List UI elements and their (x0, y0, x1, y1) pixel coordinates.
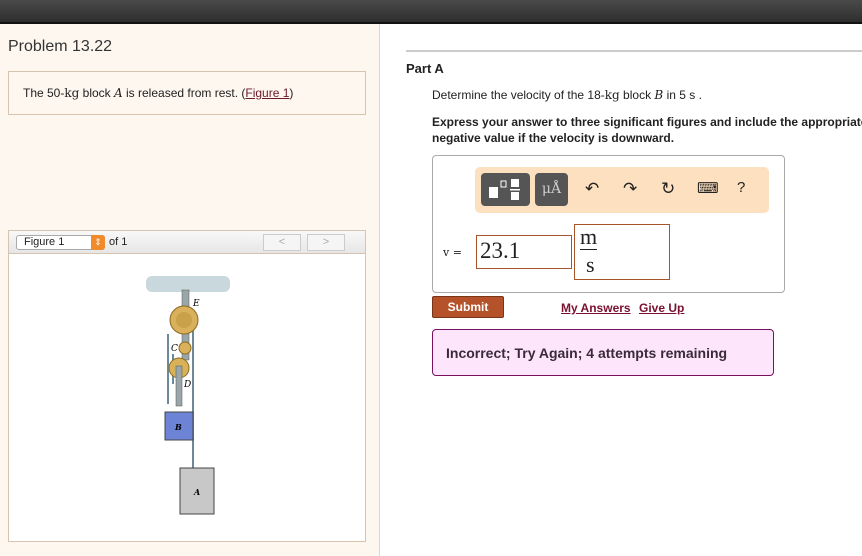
divider (406, 50, 862, 52)
unit-numerator: m (580, 224, 598, 250)
figure-select-value: Figure 1 (24, 236, 65, 248)
figure-panel: Figure 1 ⇕ of 1 < > E C D B A (8, 230, 366, 542)
problem-title: Problem 13.22 (8, 38, 113, 55)
help-icon[interactable]: ? (737, 179, 745, 196)
updown-icon: ⇕ (91, 235, 105, 250)
submit-button[interactable]: Submit (432, 296, 504, 318)
templates-button[interactable] (481, 173, 530, 206)
figure-select[interactable]: Figure 1 ⇕ (16, 235, 105, 250)
text: in 5 s . (663, 88, 702, 102)
label-d: D (183, 380, 191, 390)
unit: kg (604, 88, 620, 102)
problem-statement: The 50-kg block A is released from rest.… (8, 71, 366, 115)
pulley-diagram: E C D B A (146, 276, 230, 515)
keyboard-icon[interactable]: ⌨ (697, 179, 719, 197)
units-input[interactable]: m s (574, 224, 670, 280)
problem-panel: Problem 13.22 The 50-kg block A is relea… (0, 24, 380, 556)
part-panel: Part A Determine the velocity of the 18-… (381, 24, 862, 556)
question: Determine the velocity of the 18-kg bloc… (432, 88, 702, 102)
label-c: C (171, 344, 178, 354)
math-toolbar: μÅ ↶ ↷ ↻ ⌨ ? (475, 167, 769, 213)
instruction-line: negative value if the velocity is downwa… (432, 131, 675, 145)
unit: kg (64, 86, 80, 100)
variable: B (654, 88, 664, 102)
figure-header: Figure 1 ⇕ of 1 < > (9, 231, 365, 254)
fraction-template-icon (489, 179, 520, 200)
top-bar (0, 0, 862, 24)
prev-figure-button[interactable]: < (263, 234, 301, 251)
pulley-c (178, 341, 192, 355)
next-figure-button[interactable]: > (307, 234, 345, 251)
units-button[interactable]: μÅ (535, 173, 568, 206)
text: Determine the velocity of the 18- (432, 88, 605, 102)
text: The 50- (23, 86, 65, 100)
text: ) (289, 86, 294, 100)
unit-denominator: s (586, 252, 595, 277)
variable-label: v = (443, 246, 462, 259)
part-title: Part A (406, 61, 444, 76)
my-answers-link[interactable]: My Answers (561, 301, 631, 315)
give-up-link[interactable]: Give Up (639, 301, 684, 315)
text: block (79, 86, 114, 100)
text: is released from rest. ( (122, 86, 246, 100)
instruction-line: Express your answer to three significant… (432, 115, 862, 129)
answer-box: μÅ ↶ ↷ ↻ ⌨ ? v = 23.1 m s (432, 155, 785, 293)
label-e: E (192, 299, 200, 309)
ceiling (146, 276, 230, 292)
label-b: B (174, 422, 182, 432)
answer-input[interactable]: 23.1 (476, 235, 572, 269)
reset-icon[interactable]: ↻ (661, 179, 675, 199)
figure-count: of 1 (109, 236, 128, 248)
undo-icon[interactable]: ↶ (585, 179, 599, 199)
redo-icon[interactable]: ↷ (623, 179, 637, 199)
figure-link[interactable]: Figure 1 (245, 86, 289, 100)
feedback-message: Incorrect; Try Again; 4 attempts remaini… (432, 329, 774, 376)
label-a: A (193, 487, 200, 497)
text: block (619, 88, 655, 102)
instructions: Express your answer to three significant… (432, 114, 862, 146)
variable: A (114, 86, 123, 100)
